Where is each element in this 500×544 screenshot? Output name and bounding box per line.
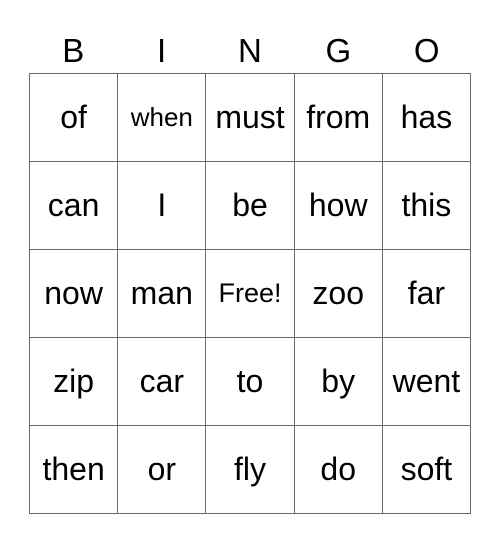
- bingo-cell[interactable]: I: [118, 162, 207, 250]
- free-space-cell[interactable]: Free!: [206, 250, 295, 338]
- bingo-cell[interactable]: do: [294, 426, 383, 514]
- bingo-cell[interactable]: has: [382, 74, 471, 162]
- bingo-cell[interactable]: now: [30, 250, 119, 338]
- header-letter-g: G: [325, 32, 352, 69]
- bingo-cell[interactable]: then: [30, 426, 119, 514]
- header-letter-n: N: [238, 32, 262, 69]
- bingo-cell[interactable]: fly: [206, 426, 295, 514]
- bingo-cell[interactable]: went: [382, 338, 471, 426]
- bingo-cell[interactable]: man: [118, 250, 207, 338]
- bingo-cell[interactable]: by: [294, 338, 383, 426]
- bingo-cell[interactable]: or: [118, 426, 207, 514]
- bingo-cell[interactable]: be: [206, 162, 295, 250]
- bingo-cell[interactable]: from: [294, 74, 383, 162]
- bingo-cell[interactable]: to: [206, 338, 295, 426]
- bingo-cell[interactable]: zoo: [294, 250, 383, 338]
- bingo-header: B I N G O: [29, 30, 471, 72]
- bingo-cell[interactable]: soft: [382, 426, 471, 514]
- bingo-cell[interactable]: of: [30, 74, 119, 162]
- bingo-grid: of when must from has can I be how this …: [29, 73, 471, 514]
- bingo-cell[interactable]: can: [30, 162, 119, 250]
- bingo-cell[interactable]: zip: [30, 338, 119, 426]
- bingo-cell[interactable]: must: [206, 74, 295, 162]
- bingo-cell[interactable]: this: [382, 162, 471, 250]
- bingo-cell[interactable]: far: [382, 250, 471, 338]
- header-letter-o: O: [413, 32, 440, 69]
- header-letter-b: B: [62, 32, 85, 69]
- bingo-cell[interactable]: when: [118, 74, 207, 162]
- bingo-cell[interactable]: car: [118, 338, 207, 426]
- header-letter-i: I: [157, 32, 167, 69]
- bingo-cell[interactable]: how: [294, 162, 383, 250]
